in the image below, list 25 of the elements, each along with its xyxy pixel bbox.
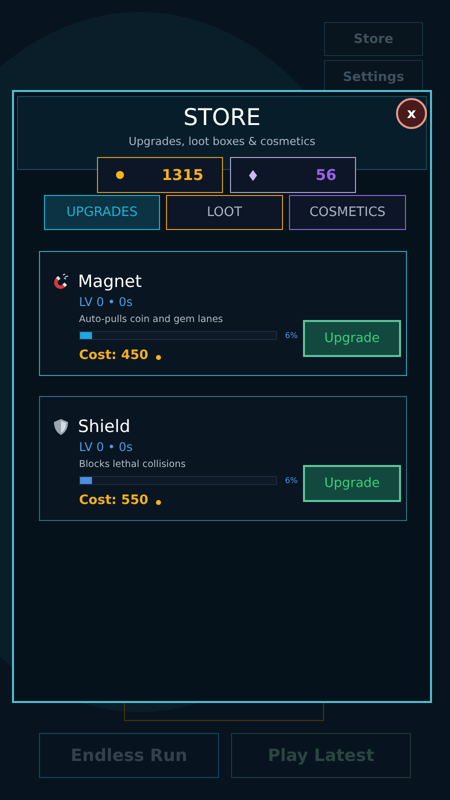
- store-tab[interactable]: COSMETICS: [289, 195, 406, 230]
- cost-text: Cost: 550: [79, 493, 148, 508]
- upgrade-button[interactable]: Upgrade: [303, 320, 401, 357]
- store-tab[interactable]: LOOT: [166, 195, 283, 230]
- upgrade-description: Auto-pulls coin and gem lanes: [79, 314, 224, 325]
- upgrade-name: Shield: [78, 417, 130, 437]
- gem-icon: [248, 170, 256, 180]
- store-title: STORE: [183, 105, 261, 131]
- progress-percent: 6%: [285, 476, 298, 485]
- level-text: LV 0 • 0s: [79, 295, 134, 309]
- level-text: LV 0 • 0s: [79, 440, 134, 454]
- store-tab[interactable]: UPGRADES: [44, 195, 160, 230]
- coin-icon: [156, 355, 162, 360]
- coin-count: 1315: [162, 166, 204, 184]
- magnet-icon: [52, 273, 70, 291]
- store-subtitle: Upgrades, loot boxes & cosmetics: [128, 135, 316, 148]
- upgrade-name: Magnet: [78, 272, 142, 292]
- shield-icon: [52, 418, 70, 436]
- cost-text: Cost: 450: [79, 348, 148, 363]
- gem-count: 56: [316, 166, 336, 184]
- upgrade-description: Blocks lethal collisions: [79, 459, 187, 470]
- upgrade-button[interactable]: Upgrade: [303, 465, 401, 502]
- coin-icon: [116, 171, 124, 179]
- progress-percent: 6%: [285, 331, 298, 340]
- coin-icon: [156, 500, 162, 505]
